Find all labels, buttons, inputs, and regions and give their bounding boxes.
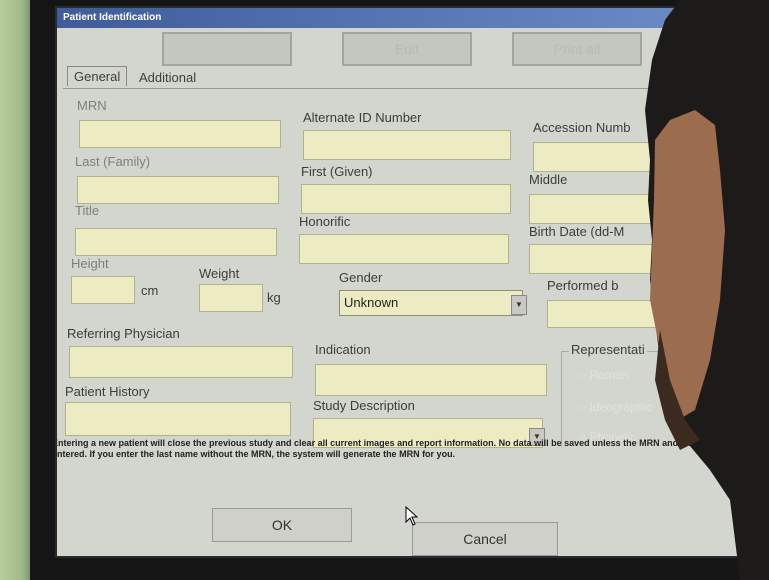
cancel-button[interactable]: Cancel [412, 522, 558, 556]
middle-label: Middle [529, 172, 568, 187]
referring-physician-field[interactable] [69, 346, 293, 378]
title-label: Title [75, 203, 100, 218]
tab-general[interactable]: General [67, 66, 128, 86]
weight-label: Weight [199, 266, 240, 281]
mrn-label: MRN [77, 98, 107, 113]
patient-history-label: Patient History [65, 384, 150, 399]
height-field[interactable] [71, 276, 135, 304]
indication-field[interactable] [315, 364, 547, 396]
first-name-field[interactable] [301, 184, 511, 214]
height-unit: cm [141, 283, 159, 298]
gender-label: Gender [339, 270, 383, 285]
accession-label: Accession Numb [533, 120, 631, 135]
last-name-label: Last (Family) [75, 154, 151, 169]
mouse-cursor-icon [405, 506, 419, 526]
ok-button[interactable]: OK [212, 508, 352, 542]
top-button-edit[interactable]: Edit [342, 32, 472, 66]
radio-roman-label: Roman [589, 368, 629, 382]
top-button-print-all[interactable]: Print all [512, 32, 642, 66]
last-name-field[interactable] [77, 176, 279, 204]
birth-date-label: Birth Date (dd-M [529, 224, 625, 239]
performed-by-label: Performed b [547, 278, 619, 293]
referring-physician-label: Referring Physician [67, 326, 180, 341]
indication-label: Indication [315, 342, 371, 357]
study-description-label: Study Description [313, 398, 415, 413]
info-note: Entering a new patient will close the pr… [55, 438, 739, 459]
patient-history-field[interactable] [65, 402, 291, 436]
honorific-field[interactable] [299, 234, 509, 264]
height-label: Height [71, 256, 109, 271]
top-button-1[interactable] [162, 32, 292, 66]
title-field[interactable] [75, 228, 277, 256]
radio-roman[interactable]: ○ Roman [579, 368, 628, 382]
representation-group-border-left [561, 351, 562, 447]
gender-dropdown-arrow-icon[interactable]: ▼ [511, 295, 527, 315]
representation-label: Representati [569, 342, 647, 357]
gender-select[interactable]: Unknown [339, 290, 523, 316]
person-head-silhouette [645, 0, 769, 580]
tab-additional[interactable]: Additional [139, 70, 196, 85]
alternate-id-label: Alternate ID Number [303, 110, 422, 125]
honorific-label: Honorific [299, 214, 351, 229]
weight-field[interactable] [199, 284, 263, 312]
mrn-field[interactable] [79, 120, 281, 148]
first-name-label: First (Given) [301, 164, 373, 179]
weight-unit: kg [267, 290, 281, 305]
alternate-id-field[interactable] [303, 130, 511, 160]
